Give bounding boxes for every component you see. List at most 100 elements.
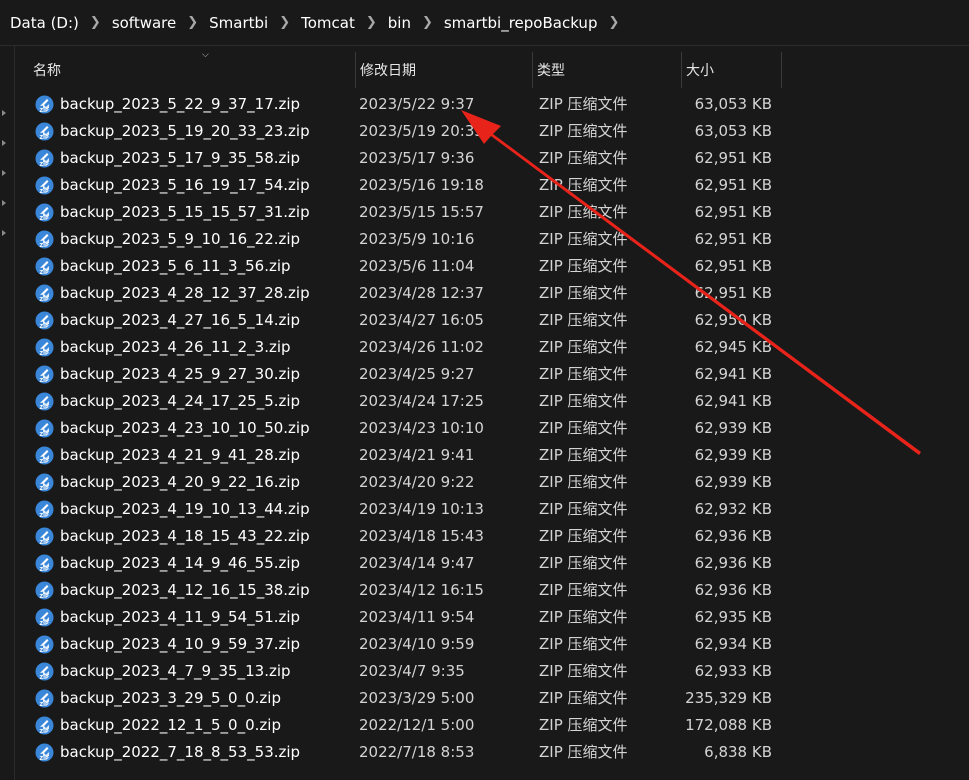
svg-text:ZIP: ZIP bbox=[40, 621, 49, 627]
expand-arrow-icon[interactable] bbox=[2, 200, 6, 206]
file-date: 2023/4/28 12:37 bbox=[359, 284, 484, 302]
file-date: 2023/4/26 11:02 bbox=[359, 338, 484, 356]
breadcrumb-item[interactable]: Tomcat ❯ bbox=[296, 0, 383, 46]
file-name: backup_2023_4_10_9_59_37.zip bbox=[60, 635, 301, 653]
svg-text:ZIP: ZIP bbox=[40, 108, 49, 114]
zip-file-icon: ZIP bbox=[35, 203, 54, 222]
breadcrumb-item[interactable]: software ❯ bbox=[107, 0, 204, 46]
zip-file-icon: ZIP bbox=[35, 95, 54, 114]
file-date: 2023/5/15 15:57 bbox=[359, 203, 484, 221]
file-row[interactable]: ZIP backup_2023_4_21_9_41_28.zip 2023/4/21… bbox=[15, 442, 969, 469]
file-name: backup_2023_4_26_11_2_3.zip bbox=[60, 338, 291, 356]
file-date: 2023/4/18 15:43 bbox=[359, 527, 484, 545]
breadcrumb-item[interactable]: Smartbi ❯ bbox=[204, 0, 296, 46]
file-row[interactable]: ZIP backup_2023_5_19_20_33_23.zip 2023/5/1… bbox=[15, 118, 969, 145]
column-header-size[interactable]: 大小 bbox=[682, 52, 782, 88]
breadcrumb-item[interactable]: Data (D:) ❯ bbox=[0, 0, 107, 46]
file-date: 2022/7/18 8:53 bbox=[359, 743, 475, 761]
column-header-name[interactable]: ⌵ 名称 bbox=[29, 50, 356, 88]
file-row[interactable]: ZIP backup_2023_4_26_11_2_3.zip 2023/4/26 … bbox=[15, 334, 969, 361]
file-row[interactable]: ZIP backup_2023_3_29_5_0_0.zip 2023/3/29 5… bbox=[15, 685, 969, 712]
breadcrumb-item-label: Tomcat bbox=[301, 13, 355, 32]
chevron-right-icon[interactable]: ❯ bbox=[602, 15, 625, 30]
svg-text:ZIP: ZIP bbox=[40, 216, 49, 222]
file-date: 2023/4/23 10:10 bbox=[359, 419, 484, 437]
expand-arrow-icon[interactable] bbox=[2, 110, 6, 116]
zip-file-icon: ZIP bbox=[35, 689, 54, 708]
chevron-right-icon[interactable]: ❯ bbox=[181, 15, 204, 30]
expand-arrow-icon[interactable] bbox=[2, 230, 6, 236]
svg-text:ZIP: ZIP bbox=[40, 702, 49, 708]
file-size: 172,088 KB bbox=[685, 716, 772, 734]
file-row[interactable]: ZIP backup_2023_4_18_15_43_22.zip 2023/4/1… bbox=[15, 523, 969, 550]
column-header-type[interactable]: 类型 bbox=[533, 52, 682, 88]
svg-text:ZIP: ZIP bbox=[40, 513, 49, 519]
zip-file-icon: ZIP bbox=[35, 473, 54, 492]
chevron-right-icon[interactable]: ❯ bbox=[273, 15, 296, 30]
file-date: 2023/4/12 16:15 bbox=[359, 581, 484, 599]
breadcrumb-item[interactable]: smartbi_repoBackup ❯ bbox=[439, 0, 626, 46]
zip-file-icon: ZIP bbox=[35, 149, 54, 168]
file-size: 63,053 KB bbox=[694, 122, 772, 140]
file-row[interactable]: ZIP backup_2023_5_6_11_3_56.zip 2023/5/6 1… bbox=[15, 253, 969, 280]
file-size: 62,934 KB bbox=[694, 635, 772, 653]
svg-text:ZIP: ZIP bbox=[40, 432, 49, 438]
svg-text:ZIP: ZIP bbox=[40, 486, 49, 492]
file-date: 2023/5/22 9:37 bbox=[359, 95, 475, 113]
chevron-right-icon[interactable]: ❯ bbox=[84, 15, 107, 30]
file-size: 62,941 KB bbox=[694, 392, 772, 410]
file-row[interactable]: ZIP backup_2022_7_18_8_53_53.zip 2022/7/18… bbox=[15, 739, 969, 766]
zip-file-icon: ZIP bbox=[35, 257, 54, 276]
file-row[interactable]: ZIP backup_2023_5_9_10_16_22.zip 2023/5/9 … bbox=[15, 226, 969, 253]
svg-text:ZIP: ZIP bbox=[40, 459, 49, 465]
svg-text:ZIP: ZIP bbox=[40, 729, 49, 735]
file-row[interactable]: ZIP backup_2023_4_10_9_59_37.zip 2023/4/10… bbox=[15, 631, 969, 658]
file-date: 2023/4/20 9:22 bbox=[359, 473, 475, 491]
chevron-right-icon[interactable]: ❯ bbox=[360, 15, 383, 30]
file-size: 62,936 KB bbox=[694, 581, 772, 599]
file-row[interactable]: ZIP backup_2023_5_16_19_17_54.zip 2023/5/1… bbox=[15, 172, 969, 199]
file-row[interactable]: ZIP backup_2023_4_23_10_10_50.zip 2023/4/2… bbox=[15, 415, 969, 442]
file-size: 62,951 KB bbox=[694, 284, 772, 302]
breadcrumb-item[interactable]: bin ❯ bbox=[383, 0, 439, 46]
file-size: 63,053 KB bbox=[694, 95, 772, 113]
svg-text:ZIP: ZIP bbox=[40, 405, 49, 411]
breadcrumb-item-label: smartbi_repoBackup bbox=[443, 13, 598, 32]
svg-text:ZIP: ZIP bbox=[40, 324, 49, 330]
expand-arrow-icon[interactable] bbox=[2, 170, 6, 176]
file-row[interactable]: ZIP backup_2023_5_22_9_37_17.zip 2023/5/22… bbox=[15, 91, 969, 118]
file-row[interactable]: ZIP backup_2023_4_25_9_27_30.zip 2023/4/25… bbox=[15, 361, 969, 388]
svg-text:ZIP: ZIP bbox=[40, 162, 49, 168]
breadcrumb-item-label: Data (D:) bbox=[10, 13, 79, 32]
file-name: backup_2023_4_24_17_25_5.zip bbox=[60, 392, 301, 410]
file-row[interactable]: ZIP backup_2023_4_12_16_15_38.zip 2023/4/1… bbox=[15, 577, 969, 604]
column-header-date[interactable]: 修改日期 bbox=[356, 52, 533, 88]
file-name: backup_2023_3_29_5_0_0.zip bbox=[60, 689, 281, 707]
file-name: backup_2023_5_9_10_16_22.zip bbox=[60, 230, 301, 248]
file-row[interactable]: ZIP backup_2023_4_14_9_46_55.zip 2023/4/14… bbox=[15, 550, 969, 577]
file-row[interactable]: ZIP backup_2023_4_7_9_35_13.zip 2023/4/7 9… bbox=[15, 658, 969, 685]
file-date: 2023/4/7 9:35 bbox=[359, 662, 465, 680]
file-name: backup_2023_4_25_9_27_30.zip bbox=[60, 365, 301, 383]
file-row[interactable]: ZIP backup_2023_5_17_9_35_58.zip 2023/5/17… bbox=[15, 145, 969, 172]
file-row[interactable]: ZIP backup_2023_4_11_9_54_51.zip 2023/4/11… bbox=[15, 604, 969, 631]
file-row[interactable]: ZIP backup_2023_4_24_17_25_5.zip 2023/4/24… bbox=[15, 388, 969, 415]
chevron-right-icon[interactable]: ❯ bbox=[416, 15, 439, 30]
file-row[interactable]: ZIP backup_2023_5_15_15_57_31.zip 2023/5/1… bbox=[15, 199, 969, 226]
zip-file-icon: ZIP bbox=[35, 284, 54, 303]
file-size: 62,933 KB bbox=[694, 662, 772, 680]
zip-file-icon: ZIP bbox=[35, 311, 54, 330]
file-name: backup_2022_12_1_5_0_0.zip bbox=[60, 716, 281, 734]
file-name: backup_2023_5_17_9_35_58.zip bbox=[60, 149, 301, 167]
expand-arrow-icon[interactable] bbox=[2, 140, 6, 146]
file-name: backup_2023_4_12_16_15_38.zip bbox=[60, 581, 310, 599]
zip-file-icon: ZIP bbox=[35, 527, 54, 546]
file-row[interactable]: ZIP backup_2022_12_1_5_0_0.zip 2022/12/1 5… bbox=[15, 712, 969, 739]
file-size: 62,945 KB bbox=[694, 338, 772, 356]
file-row[interactable]: ZIP backup_2023_4_28_12_37_28.zip 2023/4/2… bbox=[15, 280, 969, 307]
file-row[interactable]: ZIP backup_2023_4_20_9_22_16.zip 2023/4/20… bbox=[15, 469, 969, 496]
file-row[interactable]: ZIP backup_2023_4_19_10_13_44.zip 2023/4/1… bbox=[15, 496, 969, 523]
zip-file-icon: ZIP bbox=[35, 230, 54, 249]
column-header-type-label: 类型 bbox=[537, 63, 565, 79]
file-row[interactable]: ZIP backup_2023_4_27_16_5_14.zip 2023/4/27… bbox=[15, 307, 969, 334]
